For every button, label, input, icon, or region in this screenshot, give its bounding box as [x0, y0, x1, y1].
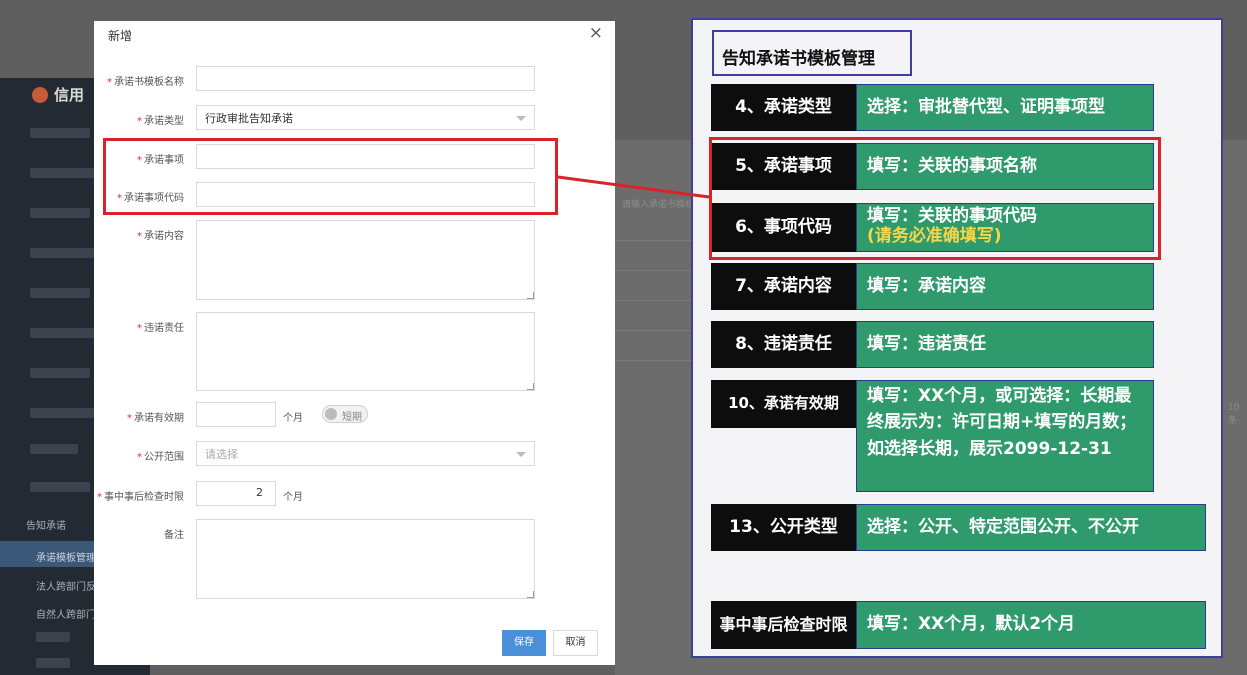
connector-line [557, 175, 710, 199]
